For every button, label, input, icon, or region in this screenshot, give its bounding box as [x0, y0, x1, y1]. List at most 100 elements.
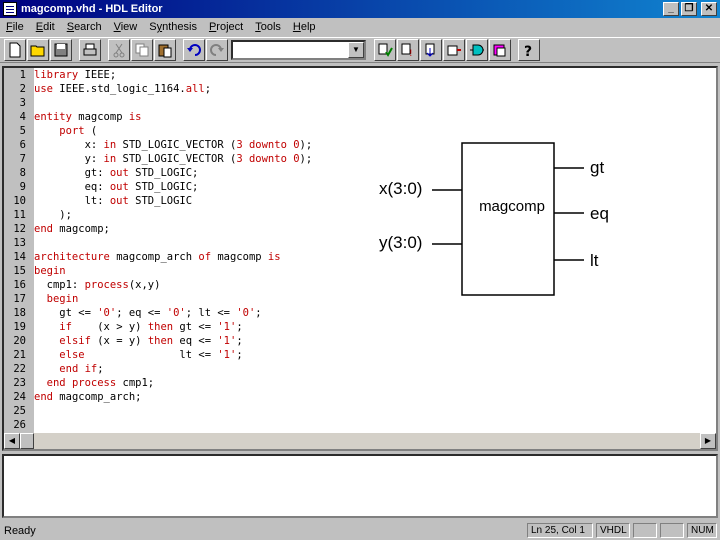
text-token: ;: [97, 363, 104, 375]
menu-project[interactable]: Project: [203, 21, 249, 33]
code-line[interactable]: elsif (x = y) then eq <= '1';: [34, 334, 243, 348]
code-line[interactable]: cmp1: process(x,y): [34, 278, 161, 292]
status-blank-1: [633, 523, 657, 538]
build-icon[interactable]: [443, 39, 465, 61]
block-icon[interactable]: [466, 39, 488, 61]
menu-tools[interactable]: Tools: [249, 21, 287, 33]
paste-icon[interactable]: [154, 39, 176, 61]
code-line[interactable]: library IEEE;: [34, 68, 116, 82]
language-assistant-icon[interactable]: [489, 39, 511, 61]
text-token: magcomp_arch;: [59, 391, 142, 403]
menu-view[interactable]: View: [108, 21, 144, 33]
menu-search[interactable]: Search: [61, 21, 108, 33]
close-button[interactable]: ✕: [701, 2, 717, 16]
keyword-token: architecture: [34, 251, 117, 263]
text-token: eq:: [34, 181, 110, 193]
keyword-token: elsif: [59, 335, 98, 347]
scroll-left-icon[interactable]: ◀: [4, 433, 20, 449]
keyword-token: entity: [34, 111, 79, 123]
keyword-token: '1': [217, 349, 237, 361]
menu-file[interactable]: File: [0, 21, 30, 33]
code-line[interactable]: if (x > y) then gt <= '1';: [34, 320, 242, 334]
line-number-gutter: 1 2 3 4 5 6 7 8 9 10 11 12 13 14 15 16 17 18 19 20 21 22 23 24 2…: [4, 68, 34, 435]
menu-help[interactable]: Help: [287, 21, 322, 33]
status-bar: Ready Ln 25, Col 1 VHDL NUM: [0, 521, 720, 540]
keyword-token: use: [34, 83, 60, 95]
code-editor[interactable]: 1 2 3 4 5 6 7 8 9 10 11 12 13 14 15 16 17 18 19 20 21 22 23 24 2…: [2, 66, 718, 451]
code-line[interactable]: architecture magcomp_arch of magcomp is: [34, 250, 281, 264]
print-icon[interactable]: [79, 39, 101, 61]
keyword-token: out: [109, 181, 136, 193]
code-line[interactable]: end magcomp;: [34, 222, 110, 236]
code-line[interactable]: y: in STD_LOGIC_VECTOR (3 downto 0);: [34, 152, 313, 166]
check-syntax-icon[interactable]: [374, 39, 396, 61]
line-number: 18: [13, 307, 26, 319]
output-label-eq: eq: [590, 204, 609, 223]
menu-synthesis[interactable]: Synthesis: [143, 21, 203, 33]
code-line[interactable]: begin: [34, 264, 66, 278]
undo-icon[interactable]: [183, 39, 205, 61]
code-line[interactable]: );: [34, 208, 72, 222]
code-line[interactable]: use IEEE.std_logic_1164.all;: [34, 82, 211, 96]
app-icon[interactable]: [3, 2, 17, 16]
text-token: cmp1:: [34, 279, 85, 291]
output-label-gt: gt: [590, 158, 604, 177]
text-token: eq <=: [179, 335, 218, 347]
redo-icon[interactable]: [206, 39, 228, 61]
status-blank-2: [660, 523, 684, 538]
code-line[interactable]: else lt <= '1';: [34, 348, 242, 362]
open-folder-icon[interactable]: [27, 39, 49, 61]
text-token: magcomp_arch: [116, 251, 199, 263]
scroll-thumb[interactable]: [20, 433, 34, 449]
restore-button[interactable]: ❐: [681, 2, 697, 16]
text-token: ;: [236, 335, 243, 347]
help-icon[interactable]: ?: [518, 39, 540, 61]
text-token: STD_LOGIC_VECTOR (: [122, 139, 237, 151]
menu-edit[interactable]: Edit: [30, 21, 61, 33]
chevron-down-icon[interactable]: ▼: [348, 42, 364, 58]
code-line[interactable]: end if;: [34, 362, 104, 376]
scroll-right-icon[interactable]: ▶: [700, 433, 716, 449]
line-number: 4: [19, 111, 26, 123]
text-token: gt <=: [34, 307, 98, 319]
cut-icon[interactable]: [108, 39, 130, 61]
bookmark-icon[interactable]: [420, 39, 442, 61]
code-line[interactable]: entity magcomp is: [34, 110, 142, 124]
line-number: 2: [19, 83, 26, 95]
code-line[interactable]: lt: out STD_LOGIC: [34, 194, 193, 208]
code-line[interactable]: gt <= '0'; eq <= '0'; lt <= '0';: [34, 306, 261, 320]
text-token: ; eq <=: [116, 307, 167, 319]
language-indicator: VHDL: [596, 523, 630, 538]
text-token: STD_LOGIC_VECTOR (: [122, 153, 237, 165]
find-errors-icon[interactable]: !: [397, 39, 419, 61]
code-line[interactable]: port (: [34, 124, 97, 138]
text-token: lt <=: [179, 349, 218, 361]
input-label-x: x(3:0): [379, 179, 422, 198]
line-number: 1: [19, 69, 26, 81]
minimize-button[interactable]: _: [663, 2, 679, 16]
search-combo[interactable]: ▼: [231, 40, 366, 60]
line-number: 23: [13, 377, 26, 389]
code-line[interactable]: x: in STD_LOGIC_VECTOR (3 downto 0);: [34, 138, 313, 152]
code-line[interactable]: begin: [34, 292, 79, 306]
code-line[interactable]: gt: out STD_LOGIC;: [34, 166, 199, 180]
keyword-token: then: [147, 335, 180, 347]
output-pane[interactable]: [2, 454, 718, 518]
code-line[interactable]: end magcomp_arch;: [34, 390, 141, 404]
save-icon[interactable]: [50, 39, 72, 61]
line-number: 8: [19, 167, 26, 179]
line-number: 13: [13, 237, 26, 249]
svg-text:?: ?: [524, 44, 532, 58]
line-number: 25: [13, 405, 26, 417]
line-number: 17: [13, 293, 26, 305]
new-file-icon[interactable]: [4, 39, 26, 61]
code-line[interactable]: end process cmp1;: [34, 376, 154, 390]
line-number: 3: [19, 97, 26, 109]
code-line[interactable]: eq: out STD_LOGIC;: [34, 180, 199, 194]
text-token: gt:: [34, 167, 110, 179]
horizontal-scrollbar[interactable]: ◀ ▶: [4, 433, 716, 449]
keyword-token: then: [147, 321, 180, 333]
copy-icon[interactable]: [131, 39, 153, 61]
